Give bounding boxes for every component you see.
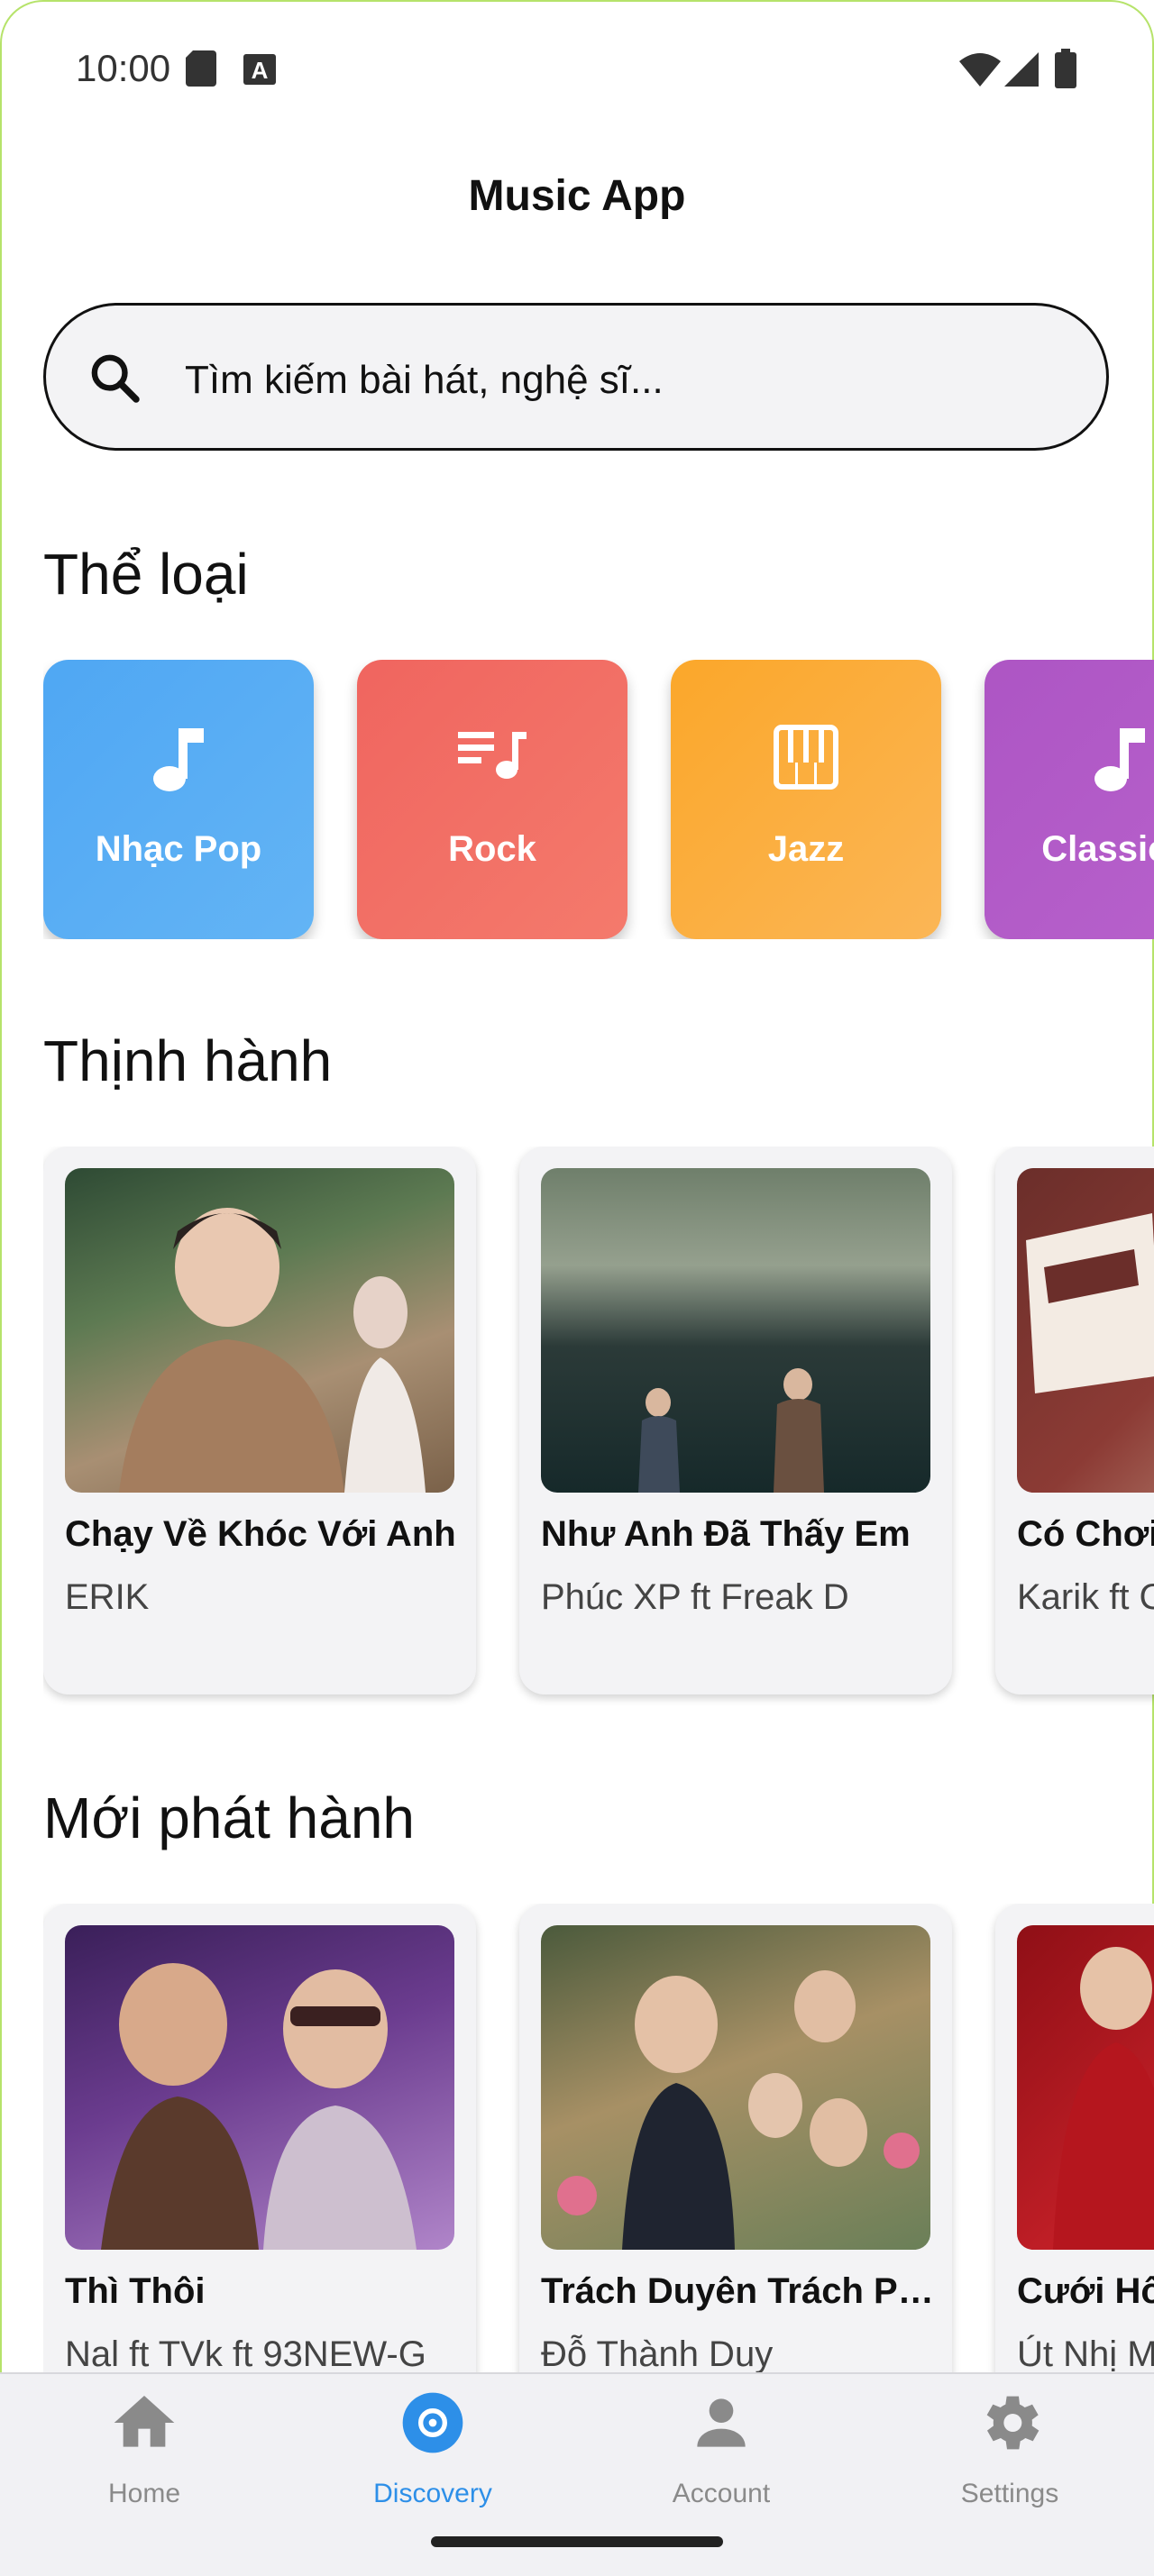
- status-bar: 10:00 A: [0, 0, 1154, 135]
- battery-icon: [1055, 49, 1076, 93]
- genre-card-rock[interactable]: Rock: [357, 660, 627, 939]
- album-art: [541, 1168, 930, 1493]
- nav-item-settings[interactable]: Settings: [866, 2374, 1154, 2536]
- music-note-icon: [43, 725, 314, 798]
- genre-card-jazz[interactable]: Jazz: [671, 660, 941, 939]
- song-title: Có Chơi Có Chịu: [1017, 1514, 1154, 1554]
- search-input[interactable]: [183, 340, 1052, 421]
- song-title: Thì Thôi: [65, 2271, 206, 2311]
- nav-item-account[interactable]: Account: [577, 2374, 866, 2536]
- nav-label: Account: [672, 2479, 771, 2508]
- home-icon: [108, 2387, 180, 2459]
- person-icon: [685, 2387, 757, 2459]
- song-card[interactable]: Cưới Hông Chốt Nha Út Nhị Mino: [995, 1904, 1154, 2372]
- song-card[interactable]: Như Anh Đã Thấy Em Phúc XP ft Freak D: [519, 1146, 952, 1694]
- wifi-icon: [959, 52, 1001, 91]
- song-artist: ERIK: [65, 1577, 150, 1617]
- song-card[interactable]: Thì Thôi Nal ft TVk ft 93NEW-G: [43, 1904, 476, 2372]
- nav-label: Home: [107, 2479, 181, 2508]
- music-note-icon: [985, 725, 1154, 798]
- song-card[interactable]: Trách Duyên Trách Phận Đỗ Thành Duy: [519, 1904, 952, 2372]
- genres-heading: Thể loại: [43, 542, 249, 607]
- song-title: Trách Duyên Trách Phận: [541, 2271, 934, 2311]
- album-art: [1017, 1168, 1154, 1493]
- genre-card-pop[interactable]: Nhạc Pop: [43, 660, 314, 939]
- genre-card-classical[interactable]: Classical: [985, 660, 1154, 939]
- song-artist: Nal ft TVk ft 93NEW-G: [65, 2334, 426, 2372]
- song-artist: Karik ft Only C: [1017, 1577, 1154, 1617]
- song-card[interactable]: Có Chơi Có Chịu Karik ft Only C: [995, 1146, 1154, 1694]
- piano-icon: [671, 725, 941, 794]
- genre-label: Rock: [448, 829, 536, 869]
- album-art: [65, 1925, 454, 2250]
- search-icon: [86, 349, 143, 411]
- disc-icon: [397, 2387, 469, 2459]
- nav-label: Discovery: [373, 2479, 492, 2508]
- page-title: Music App: [468, 172, 686, 220]
- playlist-icon: [357, 725, 627, 787]
- nav-label: Settings: [960, 2479, 1059, 2508]
- album-art: [541, 1925, 930, 2250]
- keyboard-a-icon: A: [243, 54, 276, 89]
- album-art: [1017, 1925, 1154, 2250]
- gear-icon: [974, 2387, 1046, 2459]
- genre-label: Classical: [1041, 829, 1154, 869]
- song-artist: Út Nhị Mino: [1017, 2334, 1154, 2372]
- album-art: [65, 1168, 454, 1493]
- new-releases-list: Thì Thôi Nal ft TVk ft 93NEW-G Trách Duy…: [43, 1904, 1154, 2372]
- svg-text:A: A: [252, 57, 269, 84]
- new-releases-heading: Mới phát hành: [43, 1786, 415, 1850]
- nav-item-discovery[interactable]: Discovery: [288, 2374, 577, 2536]
- genre-label: Jazz: [767, 829, 845, 869]
- trending-list: Chạy Về Khóc Với Anh ERIK Như Anh Đã Thấ…: [43, 1146, 1154, 1705]
- nav-item-home[interactable]: Home: [0, 2374, 288, 2536]
- sd-card-icon: [186, 50, 216, 91]
- gesture-home-bar[interactable]: [431, 2536, 723, 2547]
- song-card[interactable]: Chạy Về Khóc Với Anh ERIK: [43, 1146, 476, 1694]
- song-artist: Phúc XP ft Freak D: [541, 1577, 849, 1617]
- song-title: Như Anh Đã Thấy Em: [541, 1514, 911, 1554]
- song-title: Chạy Về Khóc Với Anh: [65, 1514, 456, 1554]
- status-time: 10:00: [76, 47, 171, 89]
- song-artist: Đỗ Thành Duy: [541, 2334, 774, 2372]
- signal-icon: [1004, 52, 1039, 91]
- trending-heading: Thịnh hành: [43, 1028, 333, 1093]
- search-bar[interactable]: [43, 303, 1109, 451]
- song-title: Cưới Hông Chốt Nha: [1017, 2271, 1154, 2311]
- genre-label: Nhạc Pop: [95, 829, 262, 869]
- genre-list: Nhạc Pop Rock Jazz Classical: [43, 660, 1154, 939]
